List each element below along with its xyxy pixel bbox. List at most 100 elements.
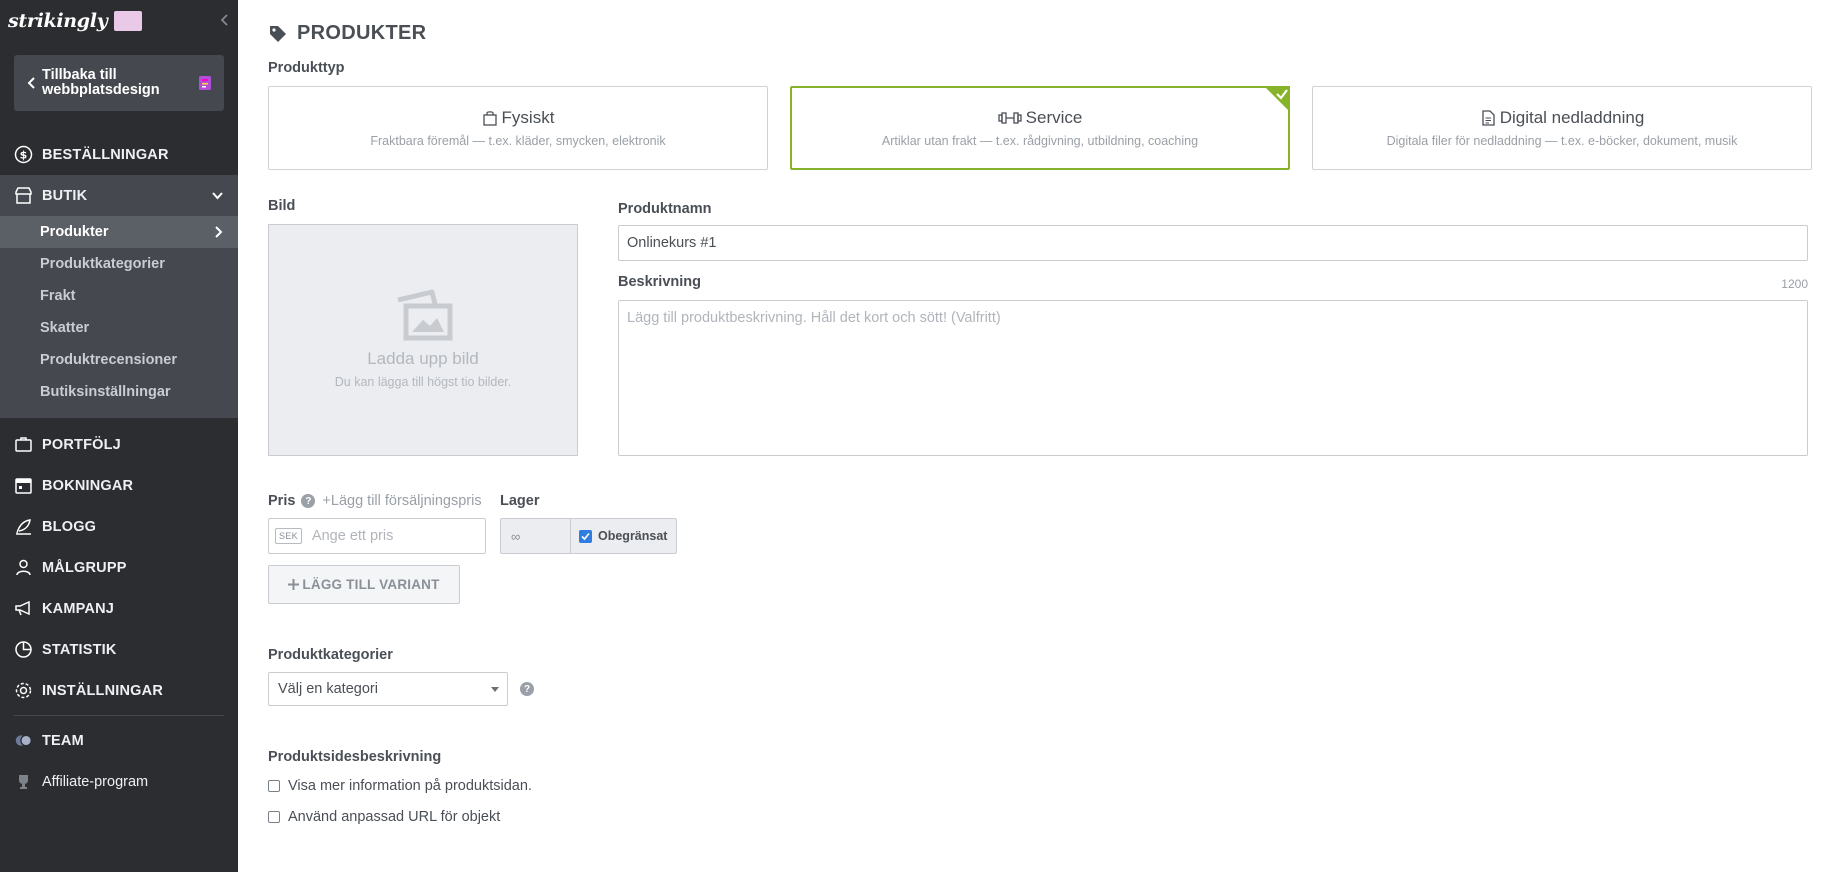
help-icon[interactable]: ? [520, 682, 534, 696]
dollar-circle-icon: $ [14, 145, 33, 164]
sidebar-item-affiliate[interactable]: Affiliate-program [0, 761, 238, 802]
sidebar-item-label: BESTÄLLNINGAR [42, 146, 169, 163]
sidebar-item-label: BOKNINGAR [42, 477, 134, 494]
sidebar-item-label: BUTIK [42, 187, 88, 204]
type-card-service[interactable]: Service Artiklar utan frakt — t.ex. rådg… [790, 86, 1290, 170]
add-sale-price-link[interactable]: +Lägg till försäljningspris [322, 493, 481, 509]
unlimited-stock-toggle[interactable]: Obegränsat [570, 518, 677, 554]
type-card-description: Fraktbara föremål — t.ex. kläder, smycke… [370, 134, 666, 148]
site-color-swatch [114, 11, 143, 31]
help-icon[interactable]: ? [301, 494, 316, 508]
type-card-description: Digitala filer för nedladdning — t.ex. e… [1386, 134, 1738, 148]
sidebar-item-label: Affiliate-program [42, 773, 149, 790]
logo-row: strikingly [0, 0, 238, 42]
price-field[interactable]: SEK [268, 518, 486, 554]
stock-field: ∞ Obegränsat [500, 518, 677, 554]
calendar-icon [14, 476, 33, 495]
sidebar-item-audience[interactable]: MÅLGRUPP [0, 547, 238, 588]
type-title-text: Fysiskt [501, 108, 555, 127]
sidebar-item-reviews[interactable]: Produktrecensioner [0, 344, 238, 376]
sidebar: strikingly Tillbaka till webbplatsdesign… [0, 0, 238, 872]
option-label: Visa mer information på produktsidan. [288, 778, 532, 794]
megaphone-icon [14, 599, 33, 618]
type-card-title: Service [792, 108, 1288, 128]
store-icon [14, 186, 33, 205]
add-variant-button[interactable]: LÄGG TILL VARIANT [268, 565, 460, 604]
sidebar-item-bookings[interactable]: BOKNINGAR [0, 465, 238, 506]
product-name-input[interactable] [618, 225, 1808, 261]
store-subnav: Produkter Produktkategorier Frakt Skatte… [0, 216, 238, 418]
product-name-label: Produktnamn [618, 201, 712, 217]
team-avatars-icon [14, 731, 33, 750]
sidebar-item-shipping[interactable]: Frakt [0, 280, 238, 312]
unlimited-label: Obegränsat [598, 529, 668, 543]
sidebar-item-label: Frakt [40, 288, 76, 304]
checkbox[interactable] [268, 780, 280, 792]
feather-pen-icon [14, 517, 33, 536]
site-page-icon [199, 76, 211, 90]
sidebar-item-label: TEAM [42, 732, 84, 749]
upload-title: Ladda upp bild [367, 349, 479, 368]
sidebar-item-orders[interactable]: $ BESTÄLLNINGAR [0, 134, 238, 175]
trophy-icon [14, 772, 33, 791]
checkbox-checked-icon[interactable] [579, 529, 592, 543]
description-label: Beskrivning [618, 274, 701, 290]
price-input[interactable] [311, 528, 482, 544]
image-upload-icon [397, 289, 453, 341]
option-more-info[interactable]: Visa mer information på produktsidan. [268, 778, 532, 794]
option-custom-url[interactable]: Använd anpassad URL för objekt [268, 809, 500, 825]
price-label-row: Pris ? +Lägg till försäljningspris [268, 493, 482, 509]
price-label: Pris [268, 493, 296, 509]
type-title-text: Service [1025, 108, 1083, 127]
sidebar-item-store[interactable]: BUTIK [0, 175, 238, 216]
sidebar-item-portfolio[interactable]: PORTFÖLJ [0, 424, 238, 465]
sidebar-item-products[interactable]: Produkter [0, 216, 238, 248]
type-card-physical[interactable]: Fysiskt Fraktbara föremål — t.ex. kläder… [268, 86, 768, 170]
sidebar-item-store-settings[interactable]: Butiksinställningar [0, 376, 238, 408]
type-title-text: Digital nedladdning [1499, 108, 1645, 127]
product-editor: PRODUKTER Produkttyp Fysiskt Fraktbara f… [238, 0, 1828, 872]
collapse-sidebar-icon[interactable] [218, 13, 232, 27]
sidebar-nav: $ BESTÄLLNINGAR BUTIK Produkter Produktk… [0, 134, 238, 802]
sidebar-item-taxes[interactable]: Skatter [0, 312, 238, 344]
back-label: Tillbaka till webbplatsdesign [42, 67, 160, 98]
product-type-label: Produkttyp [268, 60, 345, 76]
page-title: PRODUKTER [268, 22, 426, 45]
tag-icon [270, 25, 286, 42]
page-title-text: PRODUKTER [297, 22, 427, 44]
pie-chart-icon [14, 640, 33, 659]
sidebar-item-label: MÅLGRUPP [42, 559, 127, 576]
currency-badge: SEK [275, 528, 302, 544]
chevron-right-icon [215, 226, 223, 238]
category-select-value: Välj en kategori [278, 681, 378, 697]
type-card-digital[interactable]: Digital nedladdning Digitala filer för n… [1312, 86, 1812, 170]
back-to-site-design-button[interactable]: Tillbaka till webbplatsdesign [14, 55, 224, 111]
sidebar-item-label: Butiksinställningar [40, 384, 171, 400]
type-card-description: Artiklar utan frakt — t.ex. rådgivning, … [881, 134, 1199, 148]
logo[interactable]: strikingly [8, 10, 108, 32]
sidebar-item-stats[interactable]: STATISTIK [0, 629, 238, 670]
document-icon [1482, 110, 1495, 126]
page-description-label: Produktsidesbeskrivning [268, 749, 442, 765]
user-icon [14, 558, 33, 577]
image-upload-dropzone[interactable]: Ladda upp bild Du kan lägga till högst t… [268, 224, 578, 456]
checkbox[interactable] [268, 811, 280, 823]
sidebar-item-team[interactable]: TEAM [0, 720, 238, 761]
plus-icon [288, 579, 300, 590]
sidebar-item-label: INSTÄLLNINGAR [42, 682, 164, 699]
sidebar-item-label: KAMPANJ [42, 600, 115, 617]
sidebar-item-label: Produktrecensioner [40, 352, 177, 368]
category-select[interactable]: Välj en kategori [268, 672, 508, 706]
chevron-left-icon [27, 77, 35, 89]
sidebar-item-product-categories[interactable]: Produktkategorier [0, 248, 238, 280]
sidebar-item-settings[interactable]: INSTÄLLNINGAR [0, 670, 238, 711]
sidebar-item-blog[interactable]: BLOGG [0, 506, 238, 547]
description-char-counter: 1200 [1781, 277, 1808, 291]
sidebar-item-label: PORTFÖLJ [42, 436, 121, 453]
stock-label: Lager [500, 493, 540, 509]
description-textarea[interactable] [618, 300, 1808, 456]
sidebar-item-campaign[interactable]: KAMPANJ [0, 588, 238, 629]
type-card-title: Digital nedladdning [1313, 108, 1811, 128]
sidebar-item-label: Produkter [40, 224, 109, 240]
dumbbell-icon [998, 112, 1022, 124]
